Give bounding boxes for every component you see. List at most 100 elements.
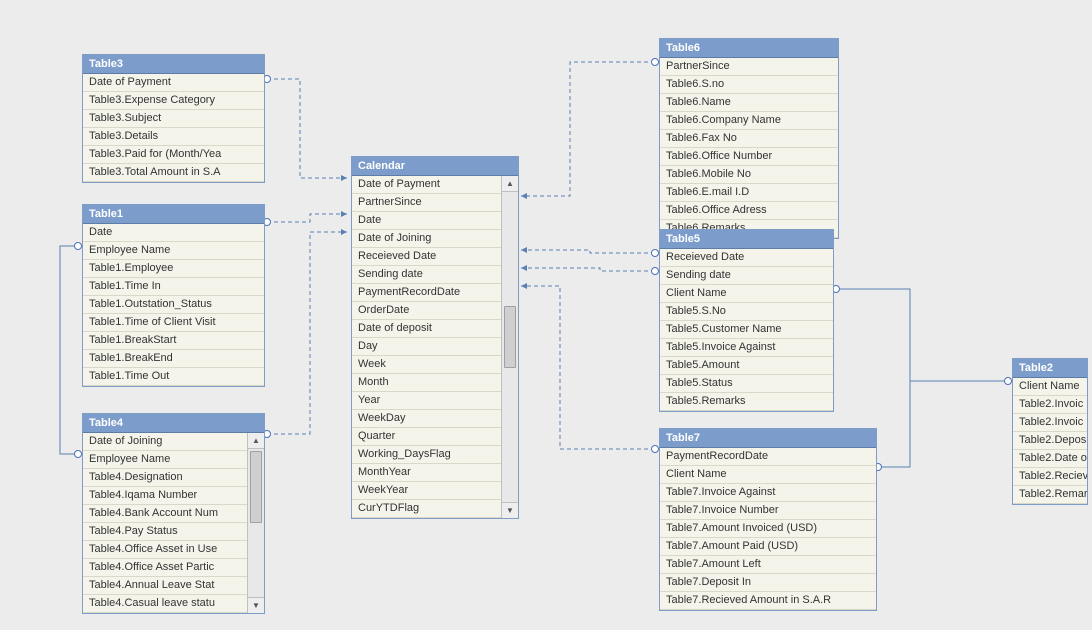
table-row[interactable]: Table2.Remar xyxy=(1013,486,1087,504)
table-row[interactable]: MonthYear xyxy=(352,464,502,482)
table-row[interactable]: Table4.Office Asset in Use xyxy=(83,541,248,559)
scroll-up-icon[interactable]: ▲ xyxy=(248,433,264,449)
table6-header[interactable]: Table6 xyxy=(660,39,838,58)
table-row[interactable]: Table7.Deposit In xyxy=(660,574,876,592)
table-row[interactable]: Table1.Employee xyxy=(83,260,264,278)
table-row[interactable]: Table3.Subject xyxy=(83,110,264,128)
table-row[interactable]: PaymentRecordDate xyxy=(352,284,502,302)
scroll-down-icon[interactable]: ▼ xyxy=(248,597,264,613)
table-row[interactable]: Table7.Amount Invoiced (USD) xyxy=(660,520,876,538)
scroll-up-icon[interactable]: ▲ xyxy=(502,176,518,192)
table-row[interactable]: PartnerSince xyxy=(352,194,502,212)
table4-box[interactable]: Table4 Date of Joining Employee Name Tab… xyxy=(82,413,265,614)
table-row[interactable]: Year xyxy=(352,392,502,410)
table2-header[interactable]: Table2 xyxy=(1013,359,1087,378)
table-row[interactable]: Table1.Time In xyxy=(83,278,264,296)
table-row[interactable]: Table4.Casual leave statu xyxy=(83,595,248,613)
table-row[interactable]: Table7.Amount Left xyxy=(660,556,876,574)
table-row[interactable]: Client Name xyxy=(660,466,876,484)
table5-header[interactable]: Table5 xyxy=(660,230,833,249)
table-row[interactable]: Table2.Reciev xyxy=(1013,468,1087,486)
table-row[interactable]: Table5.Status xyxy=(660,375,833,393)
table-row[interactable]: Table1.BreakStart xyxy=(83,332,264,350)
table-row[interactable]: Quarter xyxy=(352,428,502,446)
table-row[interactable]: Table3.Paid for (Month/Yea xyxy=(83,146,264,164)
table-row[interactable]: Table6.Office Number xyxy=(660,148,838,166)
table-row[interactable]: Table2.Invoic xyxy=(1013,396,1087,414)
table-row[interactable]: Table5.S.No xyxy=(660,303,833,321)
scroll-down-icon[interactable]: ▼ xyxy=(502,502,518,518)
table-row[interactable]: Table6.Fax No xyxy=(660,130,838,148)
table-row[interactable]: Client Name xyxy=(1013,378,1087,396)
table1-header[interactable]: Table1 xyxy=(83,205,264,224)
table-row[interactable]: Table6.Office Adress xyxy=(660,202,838,220)
table-row[interactable]: Date of deposit xyxy=(352,320,502,338)
table-row[interactable]: Date xyxy=(83,224,264,242)
table-row[interactable]: Table7.Invoice Number xyxy=(660,502,876,520)
calendar-header[interactable]: Calendar xyxy=(352,157,518,176)
table-row[interactable]: Table4.Bank Account Num xyxy=(83,505,248,523)
table3-header[interactable]: Table3 xyxy=(83,55,264,74)
table7-box[interactable]: Table7 PaymentRecordDate Client Name Tab… xyxy=(659,428,877,611)
table-row[interactable]: Table6.Company Name xyxy=(660,112,838,130)
table-row[interactable]: Date of Joining xyxy=(352,230,502,248)
table-row[interactable]: Table1.Time Out xyxy=(83,368,264,386)
table-row[interactable]: CurYTDFlag xyxy=(352,500,502,518)
table-row[interactable]: Employee Name xyxy=(83,242,264,260)
calendar-box[interactable]: Calendar Date of Payment PartnerSince Da… xyxy=(351,156,519,519)
table4-header[interactable]: Table4 xyxy=(83,414,264,433)
table-row[interactable]: Table6.E.mail I.D xyxy=(660,184,838,202)
table-row[interactable]: PaymentRecordDate xyxy=(660,448,876,466)
scroll-thumb[interactable] xyxy=(250,451,262,523)
table3-box[interactable]: Table3 Date of Payment Table3.Expense Ca… xyxy=(82,54,265,183)
table4-scrollbar[interactable]: ▲ ▼ xyxy=(247,433,264,613)
table-row[interactable]: Table7.Amount Paid (USD) xyxy=(660,538,876,556)
table-row[interactable]: Week xyxy=(352,356,502,374)
table-row[interactable]: Table1.Outstation_Status xyxy=(83,296,264,314)
table-row[interactable]: Table2.Invoic xyxy=(1013,414,1087,432)
table-row[interactable]: Table6.Name xyxy=(660,94,838,112)
table-row[interactable]: Month xyxy=(352,374,502,392)
table-row[interactable]: Table5.Amount xyxy=(660,357,833,375)
table-row[interactable]: Sending date xyxy=(352,266,502,284)
table-row[interactable]: Date of Joining xyxy=(83,433,248,451)
table-row[interactable]: Table1.BreakEnd xyxy=(83,350,264,368)
table7-header[interactable]: Table7 xyxy=(660,429,876,448)
table-row[interactable]: Client Name xyxy=(660,285,833,303)
table-row[interactable]: Table6.Mobile No xyxy=(660,166,838,184)
table2-box[interactable]: Table2 Client Name Table2.Invoic Table2.… xyxy=(1012,358,1088,505)
table-row[interactable]: Working_DaysFlag xyxy=(352,446,502,464)
table-row[interactable]: Table3.Details xyxy=(83,128,264,146)
table-row[interactable]: WeekYear xyxy=(352,482,502,500)
table-row[interactable]: WeekDay xyxy=(352,410,502,428)
scroll-thumb[interactable] xyxy=(504,306,516,368)
table-row[interactable]: Table4.Annual Leave Stat xyxy=(83,577,248,595)
table-row[interactable]: Table2.Date o xyxy=(1013,450,1087,468)
table-row[interactable]: Table7.Recieved Amount in S.A.R xyxy=(660,592,876,610)
table-row[interactable]: Employee Name xyxy=(83,451,248,469)
table-row[interactable]: Date of Payment xyxy=(83,74,264,92)
calendar-scrollbar[interactable]: ▲ ▼ xyxy=(501,176,518,518)
table-row[interactable]: PartnerSince xyxy=(660,58,838,76)
table-row[interactable]: Table6.S.no xyxy=(660,76,838,94)
table-row[interactable]: Date of Payment xyxy=(352,176,502,194)
table-row[interactable]: Table1.Time of Client Visit xyxy=(83,314,264,332)
table-row[interactable]: Receieved Date xyxy=(660,249,833,267)
table-row[interactable]: Date xyxy=(352,212,502,230)
table-row[interactable]: Table4.Designation xyxy=(83,469,248,487)
table-row[interactable]: Table4.Office Asset Partic xyxy=(83,559,248,577)
table-row[interactable]: Table3.Expense Category xyxy=(83,92,264,110)
table-row[interactable]: Table2.Deposi xyxy=(1013,432,1087,450)
table-row[interactable]: Day xyxy=(352,338,502,356)
table5-box[interactable]: Table5 Receieved Date Sending date Clien… xyxy=(659,229,834,412)
table6-box[interactable]: Table6 PartnerSince Table6.S.no Table6.N… xyxy=(659,38,839,239)
table-row[interactable]: Sending date xyxy=(660,267,833,285)
table-row[interactable]: Table5.Invoice Against xyxy=(660,339,833,357)
table-row[interactable]: Table5.Remarks xyxy=(660,393,833,411)
table-row[interactable]: Table4.Iqama Number xyxy=(83,487,248,505)
table-row[interactable]: Table5.Customer Name xyxy=(660,321,833,339)
table-row[interactable]: Table7.Invoice Against xyxy=(660,484,876,502)
table-row[interactable]: Table3.Total Amount in S.A xyxy=(83,164,264,182)
table-row[interactable]: Table4.Pay Status xyxy=(83,523,248,541)
table-row[interactable]: Receieved Date xyxy=(352,248,502,266)
